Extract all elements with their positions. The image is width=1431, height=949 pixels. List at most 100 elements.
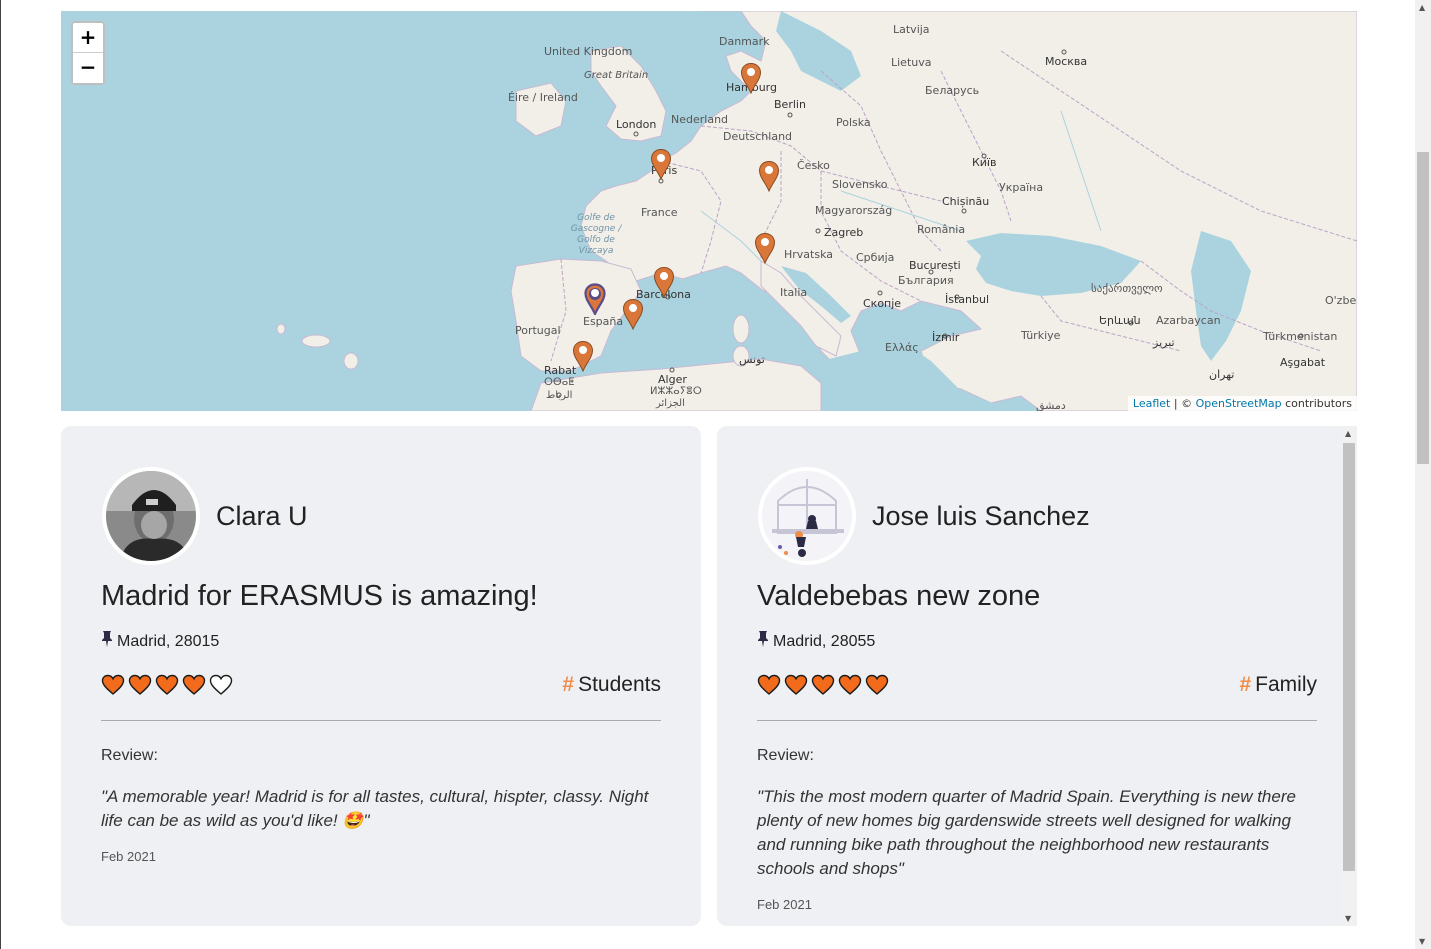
map-marker-madrid[interactable]	[584, 283, 606, 317]
review-title: Madrid for ERASMUS is amazing!	[101, 580, 538, 612]
page-scrollbar-thumb[interactable]	[1417, 152, 1429, 464]
tag[interactable]: # Students	[562, 673, 661, 697]
heart-filled-icon	[865, 674, 889, 695]
map-marker-valencia[interactable]	[622, 298, 644, 331]
openstreetmap-link[interactable]: OpenStreetMap	[1196, 397, 1282, 410]
map-label: الرباط	[546, 390, 573, 401]
map-label: تبریز	[1153, 336, 1175, 349]
attribution-suffix: contributors	[1281, 397, 1352, 410]
rating-row: # Family	[757, 672, 1317, 698]
heart-filled-icon	[784, 674, 808, 695]
map-label: İstanbul	[945, 293, 990, 306]
tag[interactable]: # Family	[1239, 673, 1317, 697]
map-label: Türkmenistan	[1263, 330, 1338, 343]
map-label: Zagreb	[824, 226, 864, 239]
map-label: دمشق	[1036, 399, 1066, 411]
map-marker-barcelona[interactable]	[653, 266, 675, 299]
map-marker-paris[interactable]	[650, 148, 672, 181]
zoom-control: + −	[71, 21, 105, 85]
map-label: تهران	[1209, 368, 1235, 381]
avatar	[758, 467, 856, 565]
heart-filled-icon	[155, 674, 179, 695]
heart-filled-icon	[182, 674, 206, 695]
map-label: Москва	[1045, 55, 1088, 68]
map[interactable]: Latvija Danmark Lietuva Москва United Ki…	[61, 11, 1357, 411]
zoom-in-button[interactable]: +	[73, 23, 103, 53]
map-label: Chișinău	[942, 195, 990, 208]
pushpin-icon	[757, 631, 771, 652]
pushpin-icon	[101, 631, 115, 652]
map-label: United Kingdom	[544, 45, 633, 58]
map-label: O'zbe	[1325, 294, 1357, 307]
author-name: Jose luis Sanchez	[872, 500, 1090, 531]
heart-filled-icon	[757, 674, 781, 695]
map-label: Česko	[797, 159, 830, 172]
heart-filled-icon	[811, 674, 835, 695]
author-row: Jose luis Sanchez	[757, 466, 1317, 566]
review-title: Valdebebas new zone	[757, 580, 1041, 612]
page: Latvija Danmark Lietuva Москва United Ki…	[0, 0, 1431, 949]
map-label: Polska	[836, 116, 871, 129]
map-label: Скопје	[863, 297, 902, 310]
hashtag-icon: #	[1239, 673, 1252, 696]
card-scrollbar-thumb[interactable]	[1343, 443, 1355, 871]
map-label: Danmark	[719, 35, 770, 48]
map-label: București	[909, 259, 961, 272]
page-scroll-down-icon[interactable]: ▼	[1419, 937, 1425, 946]
map-label: България	[898, 274, 954, 287]
review-text: "This the most modern quarter of Madrid …	[757, 787, 1296, 878]
map-marker-milan[interactable]	[754, 232, 776, 265]
review-label: Review:	[757, 747, 814, 764]
map-label: Lietuva	[891, 56, 932, 69]
map-label: Україна	[999, 181, 1044, 194]
map-label: ⵔⴱⴰⵟ	[544, 377, 575, 388]
map-label: London	[616, 118, 657, 131]
map-pin-icon	[622, 298, 644, 331]
map-label: Hrvatska	[784, 248, 834, 261]
map-label: Italia	[780, 286, 808, 299]
divider	[757, 720, 1317, 721]
map-label: İzmir	[932, 331, 960, 344]
heart-empty-icon	[209, 674, 233, 695]
card-scrollbar[interactable]: ▲ ▼	[1341, 426, 1357, 926]
map-label: Беларусь	[925, 84, 980, 97]
map-label: Aşgabat	[1280, 356, 1326, 369]
review-label: Review:	[101, 747, 158, 764]
leaflet-link[interactable]: Leaflet	[1133, 397, 1170, 410]
location-text: Madrid, 28015	[117, 632, 220, 650]
heart-filled-icon	[101, 674, 125, 695]
map-marker-munich[interactable]	[758, 160, 780, 193]
heart-filled-icon	[838, 674, 862, 695]
heart-filled-icon	[128, 674, 152, 695]
rating-hearts	[757, 674, 889, 696]
page-scrollbar[interactable]: ▲ ▼	[1415, 0, 1431, 949]
author-row: Clara U	[101, 466, 661, 566]
map-pin-icon	[754, 232, 776, 265]
attribution-separator: | ©	[1170, 397, 1196, 410]
map-label: Latvija	[893, 23, 930, 36]
review-card: Jose luis Sanchez Valdebebas new zone Ma…	[717, 426, 1357, 926]
avatar-photo	[106, 471, 196, 561]
author-name: Clara U	[216, 500, 308, 531]
map-label: Србија	[856, 251, 895, 264]
avatar	[102, 467, 200, 565]
review-text: "A memorable year! Madrid is for all tas…	[101, 787, 649, 830]
scroll-down-arrow-icon[interactable]: ▼	[1345, 914, 1351, 923]
scroll-up-arrow-icon[interactable]: ▲	[1345, 429, 1351, 438]
tag-label: Family	[1255, 673, 1317, 696]
map-label: Éire / Ireland	[508, 91, 578, 104]
map-marker-hamburg[interactable]	[740, 62, 762, 95]
location: Madrid, 28015	[101, 631, 661, 652]
map-label: Magyarország	[815, 204, 893, 217]
map-attribution: Leaflet | © OpenStreetMap contributors	[1127, 396, 1357, 411]
location-text: Madrid, 28055	[773, 632, 876, 650]
map-label: Portugal	[515, 324, 561, 337]
page-scroll-up-icon[interactable]: ▲	[1419, 3, 1425, 12]
map-label: საქართველო	[1091, 282, 1163, 295]
map-marker-sevilla[interactable]	[572, 340, 594, 373]
map-label: ⵍⵣⵣⴰⵢⴻⵔ	[650, 386, 702, 397]
rating-hearts	[101, 674, 233, 696]
map-label: España	[583, 315, 624, 328]
zoom-out-button[interactable]: −	[73, 53, 103, 83]
map-label: Київ	[972, 156, 997, 169]
